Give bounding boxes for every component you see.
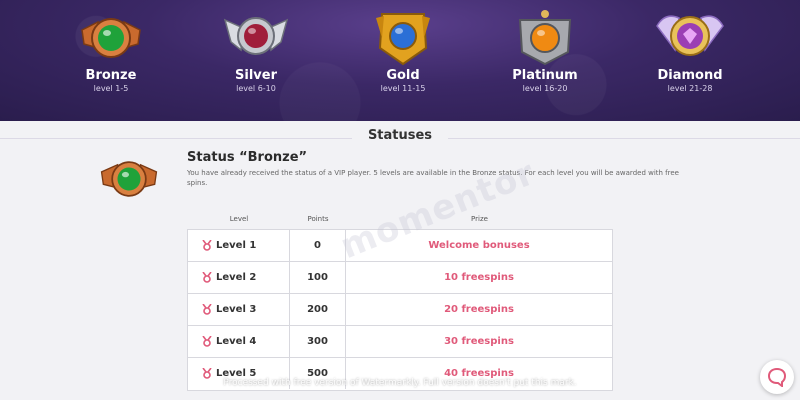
prize-cell: 10 freespins bbox=[444, 272, 514, 283]
watermark-note: Processed with free version of Watermark… bbox=[223, 378, 577, 388]
tier-name: Gold bbox=[386, 68, 420, 83]
medal-icon bbox=[202, 304, 212, 315]
bronze-badge-icon bbox=[81, 18, 141, 58]
status-description: You have already received the status of … bbox=[187, 169, 679, 187]
tier-levels: level 11-15 bbox=[380, 84, 426, 93]
points-cell: 200 bbox=[290, 294, 346, 325]
status-title: Status “Bronze” bbox=[187, 150, 308, 165]
platinum-badge-icon bbox=[518, 10, 572, 66]
tier-silver[interactable]: Silver level 6-10 bbox=[196, 8, 316, 93]
prize-cell: 20 freespins bbox=[444, 304, 514, 315]
level-label: Level 1 bbox=[216, 240, 257, 251]
chat-button[interactable] bbox=[760, 360, 794, 394]
column-header-points: Points bbox=[307, 215, 329, 223]
level-label: Level 2 bbox=[216, 272, 257, 283]
tier-gold[interactable]: Gold level 11-15 bbox=[343, 8, 463, 93]
medal-icon bbox=[202, 272, 212, 283]
level-label: Level 3 bbox=[216, 304, 257, 315]
tier-platinum[interactable]: Platinum level 16-20 bbox=[485, 8, 605, 93]
tier-name: Silver bbox=[235, 68, 277, 83]
points-cell: 0 bbox=[290, 230, 346, 261]
diamond-badge-icon bbox=[656, 15, 724, 56]
column-header-level: Level bbox=[229, 215, 249, 223]
tier-levels: level 21-28 bbox=[667, 84, 713, 93]
statuses-header: Statuses bbox=[0, 128, 800, 148]
gold-badge-icon bbox=[376, 13, 430, 66]
table-row: Level 2 100 10 freespins bbox=[188, 262, 612, 294]
vip-tiers-banner: Bronze level 1-5 Silver level 6-10 Gold … bbox=[0, 0, 800, 121]
table-row: Level 1 0 Welcome bonuses bbox=[188, 230, 612, 262]
tier-levels: level 1-5 bbox=[93, 84, 129, 93]
levels-table: Level 1 0 Welcome bonuses Level 2 100 10… bbox=[187, 229, 613, 391]
medal-icon bbox=[202, 240, 212, 251]
level-cell: Level 2 bbox=[188, 262, 290, 293]
table-row: Level 4 300 30 freespins bbox=[188, 326, 612, 358]
points-cell: 300 bbox=[290, 326, 346, 357]
tier-name: Platinum bbox=[512, 68, 578, 83]
medal-icon bbox=[202, 336, 212, 347]
bronze-status-badge-icon bbox=[100, 161, 158, 197]
tier-name: Bronze bbox=[85, 68, 137, 83]
level-cell: Level 3 bbox=[188, 294, 290, 325]
points-cell: 100 bbox=[290, 262, 346, 293]
tier-bronze[interactable]: Bronze level 1-5 bbox=[51, 8, 171, 93]
chat-bubble-icon bbox=[767, 367, 787, 387]
table-row: Level 3 200 20 freespins bbox=[188, 294, 612, 326]
level-cell: Level 4 bbox=[188, 326, 290, 357]
silver-badge-icon bbox=[223, 17, 289, 55]
tier-levels: level 6-10 bbox=[236, 84, 276, 93]
column-header-prize: Prize bbox=[471, 215, 488, 223]
tier-diamond[interactable]: Diamond level 21-28 bbox=[630, 8, 750, 93]
tier-levels: level 16-20 bbox=[522, 84, 568, 93]
tier-name: Diamond bbox=[657, 68, 723, 83]
prize-cell: Welcome bonuses bbox=[428, 240, 530, 251]
prize-cell: 30 freespins bbox=[444, 336, 514, 347]
section-title: Statuses bbox=[367, 128, 433, 143]
divider bbox=[448, 138, 800, 139]
level-cell: Level 1 bbox=[188, 230, 290, 261]
level-label: Level 4 bbox=[216, 336, 257, 347]
